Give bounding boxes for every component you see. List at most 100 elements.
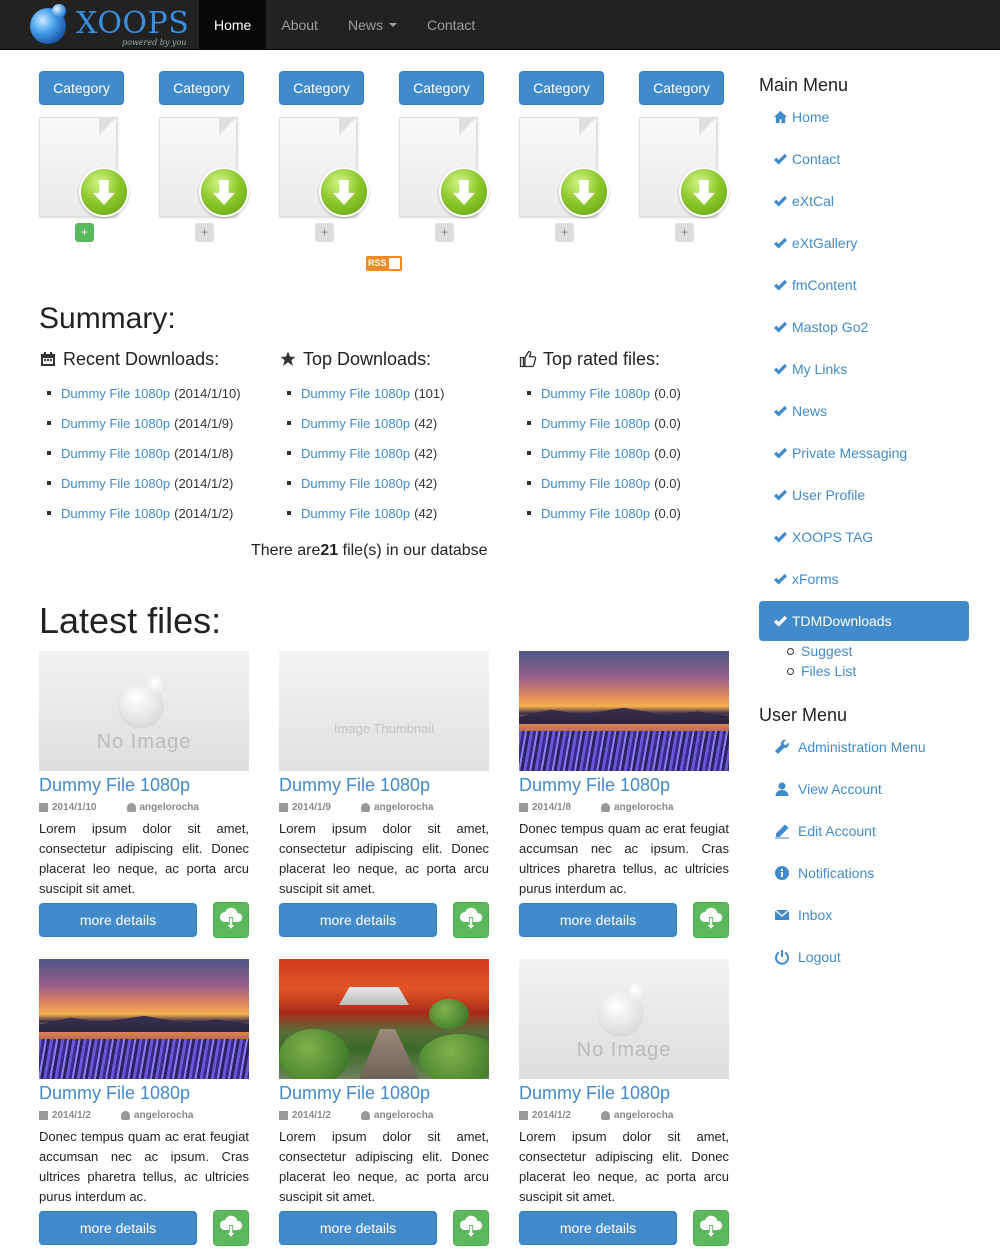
nav-news-dropdown[interactable]: News — [333, 0, 412, 50]
file-stat: (0.0) — [654, 475, 681, 491]
cloud-download-button[interactable] — [693, 1210, 729, 1246]
user-menu-item[interactable]: Notifications — [759, 853, 969, 893]
user-menu-item[interactable]: Inbox — [759, 895, 969, 935]
main-menu-item[interactable]: xForms — [759, 559, 969, 599]
category-button[interactable]: Category — [639, 71, 724, 105]
file-thumbnail[interactable] — [39, 959, 249, 1079]
file-link[interactable]: Dummy File 1080p — [61, 446, 170, 461]
expand-category-button[interactable]: + — [75, 223, 94, 242]
file-link[interactable]: Dummy File 1080p — [61, 506, 170, 521]
file-thumbnail[interactable]: No Image — [39, 651, 249, 771]
user-menu-item[interactable]: Administration Menu — [759, 727, 969, 767]
category-button[interactable]: Category — [159, 71, 244, 105]
download-file-icon[interactable] — [639, 117, 729, 219]
file-stat: (0.0) — [654, 445, 681, 461]
file-title-link[interactable]: Dummy File 1080p — [39, 775, 249, 797]
submenu-files-list[interactable]: Files List — [787, 661, 856, 681]
category-button[interactable]: Category — [399, 71, 484, 105]
expand-category-button[interactable]: + — [675, 223, 694, 242]
file-link[interactable]: Dummy File 1080p — [301, 506, 410, 521]
main-menu-item[interactable]: TDMDownloads — [759, 601, 969, 641]
main-menu-item[interactable]: XOOPS TAG — [759, 517, 969, 557]
download-file-icon[interactable] — [159, 117, 249, 219]
file-title-link[interactable]: Dummy File 1080p — [279, 775, 489, 797]
file-thumbnail[interactable]: No Image — [519, 959, 729, 1079]
calendar-icon — [39, 350, 57, 368]
main-menu-item[interactable]: eXtGallery — [759, 223, 969, 263]
download-file-icon[interactable] — [39, 117, 129, 219]
file-link[interactable]: Dummy File 1080p — [301, 476, 410, 491]
main-menu-item[interactable]: User Profile — [759, 475, 969, 515]
file-title-link[interactable]: Dummy File 1080p — [519, 775, 729, 797]
cloud-download-button[interactable] — [213, 1210, 249, 1246]
file-thumbnail[interactable]: Image Thumbnail — [279, 651, 489, 771]
main-menu-item[interactable]: News — [759, 391, 969, 431]
file-link[interactable]: Dummy File 1080p — [61, 476, 170, 491]
user-menu-item[interactable]: Logout — [759, 937, 969, 977]
main-menu-item[interactable]: eXtCal — [759, 181, 969, 221]
download-file-icon[interactable] — [279, 117, 369, 219]
rss-feed-button[interactable]: RSS — [366, 256, 402, 271]
file-link[interactable]: Dummy File 1080p — [301, 416, 410, 431]
file-card: Dummy File 1080p 2014/1/8 angelorocha Donec… — [519, 651, 729, 941]
xoops-logo[interactable]: XOOPS powered by you — [28, 4, 190, 48]
main-menu-item-label: TDMDownloads — [792, 613, 892, 629]
nav-home[interactable]: Home — [199, 0, 267, 50]
submenu-suggest-link[interactable]: Suggest — [801, 643, 852, 659]
brand-name: XOOPS — [76, 6, 190, 41]
cloud-download-button[interactable] — [213, 902, 249, 938]
top-rated-heading-text: Top rated files: — [543, 348, 661, 369]
main-menu-item[interactable]: Private Messaging — [759, 433, 969, 473]
file-title-link[interactable]: Dummy File 1080p — [39, 1083, 249, 1105]
file-link[interactable]: Dummy File 1080p — [301, 446, 410, 461]
submenu-suggest[interactable]: Suggest — [787, 641, 856, 661]
expand-category-button[interactable]: + — [435, 223, 454, 242]
file-link[interactable]: Dummy File 1080p — [541, 386, 650, 401]
expand-category-button[interactable]: + — [195, 223, 214, 242]
file-stat: (42) — [414, 445, 438, 461]
user-icon — [360, 802, 370, 812]
nav-contact[interactable]: Contact — [412, 0, 490, 50]
file-link[interactable]: Dummy File 1080p — [541, 416, 650, 431]
power-icon — [773, 949, 791, 965]
cloud-download-button[interactable] — [453, 902, 489, 938]
file-title-link[interactable]: Dummy File 1080p — [279, 1083, 489, 1105]
download-file-icon[interactable] — [519, 117, 609, 219]
file-link[interactable]: Dummy File 1080p — [61, 386, 170, 401]
main-menu-item[interactable]: My Links — [759, 349, 969, 389]
main-menu-item[interactable]: fmContent — [759, 265, 969, 305]
file-title-link[interactable]: Dummy File 1080p — [519, 1083, 729, 1105]
category-button[interactable]: Category — [279, 71, 364, 105]
recent-downloads: Recent Downloads: Dummy File 1080p (2014/… — [39, 346, 269, 528]
file-link[interactable]: Dummy File 1080p — [541, 446, 650, 461]
file-thumbnail[interactable] — [279, 959, 489, 1079]
download-file-icon[interactable] — [399, 117, 489, 219]
expand-category-button[interactable]: + — [555, 223, 574, 242]
category-button[interactable]: Category — [519, 71, 604, 105]
more-details-button[interactable]: more details — [39, 903, 197, 937]
main-menu-item[interactable]: Contact — [759, 139, 969, 179]
submenu-files-list-link[interactable]: Files List — [801, 663, 856, 679]
more-details-button[interactable]: more details — [519, 1211, 677, 1245]
nav-about[interactable]: About — [266, 0, 333, 50]
user-menu-item[interactable]: Edit Account — [759, 811, 969, 851]
file-link[interactable]: Dummy File 1080p — [541, 476, 650, 491]
main-menu-item[interactable]: Mastop Go2 — [759, 307, 969, 347]
file-link[interactable]: Dummy File 1080p — [301, 386, 410, 401]
more-details-button[interactable]: more details — [39, 1211, 197, 1245]
user-menu-item[interactable]: View Account — [759, 769, 969, 809]
list-item: Dummy File 1080p (2014/1/2) — [39, 468, 269, 498]
more-details-button[interactable]: more details — [279, 903, 437, 937]
rss-icon — [389, 258, 400, 269]
category-button[interactable]: Category — [39, 71, 124, 105]
cloud-download-button[interactable] — [453, 1210, 489, 1246]
file-link[interactable]: Dummy File 1080p — [61, 416, 170, 431]
more-details-button[interactable]: more details — [519, 903, 677, 937]
file-thumbnail[interactable] — [519, 651, 729, 771]
more-details-button[interactable]: more details — [279, 1211, 437, 1245]
expand-category-button[interactable]: + — [315, 223, 334, 242]
main-menu-item[interactable]: Home — [759, 97, 969, 137]
cloud-download-button[interactable] — [693, 902, 729, 938]
list-item: Dummy File 1080p (42) — [279, 468, 509, 498]
file-link[interactable]: Dummy File 1080p — [541, 506, 650, 521]
